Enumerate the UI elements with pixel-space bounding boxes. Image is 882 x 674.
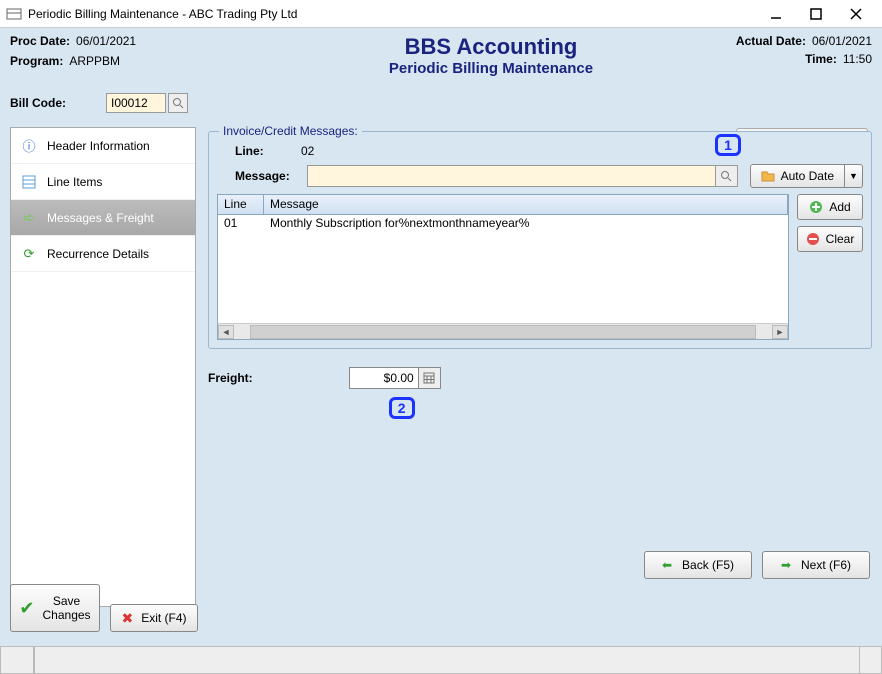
save-label: SaveChanges	[43, 594, 91, 623]
cell-line: 01	[218, 215, 264, 233]
arrow-icon: ➪	[21, 210, 37, 226]
clear-button[interactable]: Clear	[797, 226, 863, 252]
add-button[interactable]: Add	[797, 194, 863, 220]
message-input[interactable]	[307, 165, 716, 187]
maximize-button[interactable]	[796, 3, 836, 25]
sidebar-item-header-information[interactable]: ⓘ Header Information	[11, 128, 195, 164]
close-button[interactable]	[836, 3, 876, 25]
status-cell-2	[34, 647, 860, 674]
app-icon	[6, 6, 22, 22]
window-title: Periodic Billing Maintenance - ABC Tradi…	[28, 7, 756, 21]
list-icon	[21, 174, 37, 190]
search-icon	[172, 97, 184, 109]
cell-message: Monthly Subscription for%nextmonthnameye…	[264, 215, 788, 233]
folder-icon	[761, 170, 775, 182]
minimize-button[interactable]	[756, 3, 796, 25]
sidebar-item-messages-freight[interactable]: ➪ Messages & Freight	[11, 200, 195, 236]
sidebar-item-label: Line Items	[47, 175, 102, 189]
callout-1: 1	[715, 134, 741, 156]
bill-code-lookup-button[interactable]	[168, 93, 188, 113]
sidebar-item-recurrence-details[interactable]: ⟳ Recurrence Details	[11, 236, 195, 272]
clear-label: Clear	[826, 232, 855, 246]
freight-calculator-button[interactable]	[419, 367, 441, 389]
message-lookup-button[interactable]	[716, 165, 738, 187]
back-button[interactable]: ⬅ Back (F5)	[644, 551, 752, 579]
auto-date-button[interactable]: Auto Date	[750, 164, 845, 188]
auto-date-label: Auto Date	[781, 169, 834, 183]
freight-label: Freight:	[208, 371, 253, 385]
arrow-left-icon: ⬅	[662, 558, 672, 572]
plus-icon	[809, 200, 823, 214]
scroll-right-icon[interactable]: ►	[772, 325, 788, 339]
time-label: Time:	[805, 52, 837, 66]
sidebar-item-label: Recurrence Details	[47, 247, 149, 261]
x-icon: ✖	[121, 610, 133, 627]
next-label: Next (F6)	[801, 558, 851, 572]
bill-code-input[interactable]	[106, 93, 166, 113]
back-label: Back (F5)	[682, 558, 734, 572]
proc-date-value: 06/01/2021	[76, 34, 136, 48]
col-message: Message	[264, 195, 788, 214]
table-row[interactable]: 01 Monthly Subscription for%nextmonthnam…	[218, 215, 788, 233]
minus-icon	[806, 232, 820, 246]
messages-legend: Invoice/Credit Messages:	[219, 124, 362, 138]
actual-date-label: Actual Date:	[736, 34, 806, 48]
save-changes-button[interactable]: ✔ SaveChanges	[10, 584, 100, 632]
exit-label: Exit (F4)	[141, 611, 186, 625]
info-icon: ⓘ	[21, 138, 37, 154]
freight-input[interactable]	[349, 367, 419, 389]
refresh-icon: ⟳	[21, 246, 37, 262]
brand-title: BBS Accounting	[270, 34, 712, 60]
status-cell-1	[0, 647, 34, 674]
calculator-icon	[423, 372, 435, 384]
check-icon: ✔	[19, 598, 34, 619]
message-label: Message:	[235, 169, 301, 183]
callout-2: 2	[389, 397, 415, 419]
time-value: 11:50	[843, 52, 872, 66]
horizontal-scrollbar[interactable]: ◄ ►	[218, 323, 788, 339]
col-line: Line	[218, 195, 264, 214]
messages-fieldset: Invoice/Credit Messages: Line: 02 Messag…	[208, 131, 872, 349]
scroll-left-icon[interactable]: ◄	[218, 325, 234, 339]
status-resize-grip[interactable]	[860, 647, 882, 674]
line-label: Line:	[235, 144, 295, 158]
brand-subtitle: Periodic Billing Maintenance	[270, 60, 712, 77]
title-bar: Periodic Billing Maintenance - ABC Tradi…	[0, 0, 882, 28]
search-icon	[720, 170, 732, 182]
proc-date-label: Proc Date:	[10, 34, 70, 48]
sidebar-item-label: Messages & Freight	[47, 211, 154, 225]
line-value: 02	[301, 144, 314, 158]
program-value: ARPPBM	[69, 54, 120, 68]
next-button[interactable]: ➡ Next (F6)	[762, 551, 870, 579]
scroll-track[interactable]	[250, 325, 756, 339]
arrow-right-icon: ➡	[781, 558, 791, 572]
auto-date-dropdown[interactable]: ▼	[845, 164, 863, 188]
sidebar: ⓘ Header Information Line Items ➪ Messag…	[10, 127, 196, 607]
chevron-down-icon: ▼	[849, 171, 858, 181]
status-bar	[0, 646, 882, 674]
grid-header: Line Message	[218, 195, 788, 215]
bill-code-label: Bill Code:	[10, 96, 66, 110]
actual-date-value: 06/01/2021	[812, 34, 872, 48]
exit-button[interactable]: ✖ Exit (F4)	[110, 604, 198, 632]
messages-grid[interactable]: Line Message 01 Monthly Subscription for…	[217, 194, 789, 340]
sidebar-item-label: Header Information	[47, 139, 150, 153]
sidebar-item-line-items[interactable]: Line Items	[11, 164, 195, 200]
program-label: Program:	[10, 54, 63, 68]
add-label: Add	[829, 200, 850, 214]
